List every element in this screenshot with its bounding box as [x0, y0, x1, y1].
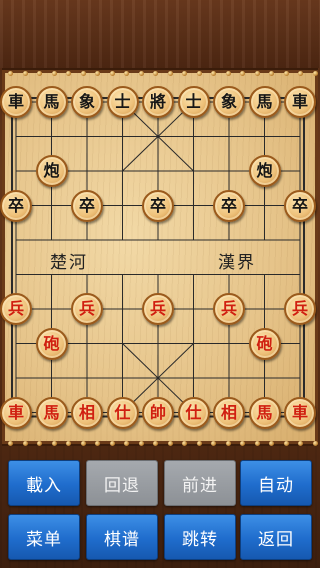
black-piece[interactable]: 車 — [284, 86, 316, 118]
button-label: 返回 — [258, 529, 294, 550]
black-piece[interactable]: 卒 — [284, 189, 316, 222]
load-button[interactable]: 載入 — [8, 460, 80, 506]
red-piece[interactable]: 兵 — [142, 293, 174, 325]
back-button[interactable]: 返回 — [240, 514, 312, 560]
red-piece[interactable]: 馬 — [248, 396, 281, 429]
piece-character: 相 — [78, 402, 95, 422]
black-piece[interactable]: 士 — [106, 86, 139, 118]
red-piece[interactable]: 相 — [213, 396, 245, 429]
piece-character: 兵 — [291, 299, 308, 318]
black-piece[interactable]: 卒 — [213, 189, 245, 222]
piece-character: 卒 — [149, 195, 166, 215]
piece-character: 卒 — [291, 195, 308, 215]
red-piece[interactable]: 兵 — [71, 293, 103, 325]
piece-character: 象 — [220, 92, 237, 111]
piece-character: 兵 — [78, 299, 95, 318]
piece-character: 卒 — [7, 195, 24, 215]
button-label: 跳转 — [182, 529, 218, 550]
black-piece[interactable]: 卒 — [0, 189, 32, 222]
piece-character: 卒 — [78, 195, 95, 215]
black-piece[interactable]: 象 — [71, 86, 103, 118]
red-piece[interactable]: 兵 — [213, 293, 245, 325]
control-panel: 載入 回退 前进 自动菜单 棋谱 跳转 返回 — [0, 450, 320, 568]
button-label: 載入 — [26, 475, 62, 496]
red-piece[interactable]: 車 — [0, 396, 32, 429]
piece-character: 仕 — [114, 402, 131, 422]
red-piece[interactable]: 帥 — [142, 396, 174, 429]
piece-character: 車 — [7, 402, 24, 422]
piece-character: 相 — [220, 402, 237, 422]
piece-character: 兵 — [220, 299, 237, 318]
piece-character: 士 — [185, 92, 202, 111]
piece-character: 車 — [291, 92, 308, 111]
undo-button[interactable]: 回退 — [86, 460, 158, 506]
auto-button[interactable]: 自动 — [240, 460, 312, 506]
piece-character: 車 — [291, 402, 308, 422]
red-piece[interactable]: 車 — [284, 396, 316, 429]
black-piece[interactable]: 炮 — [35, 155, 68, 187]
jump-button[interactable]: 跳转 — [164, 514, 236, 560]
piece-character: 馬 — [43, 92, 60, 111]
piece-character: 馬 — [43, 402, 60, 422]
piece-character: 將 — [149, 92, 166, 111]
piece-character: 馬 — [256, 92, 273, 111]
xiangqi-app: 楚河 漢界 車馬象士將士象馬車炮炮卒卒卒卒卒兵兵兵兵兵砲砲車馬相仕帥仕相馬車 載… — [0, 0, 320, 568]
button-label: 自动 — [258, 475, 294, 496]
red-piece[interactable]: 仕 — [177, 396, 210, 429]
red-piece[interactable]: 馬 — [35, 396, 68, 429]
red-piece[interactable]: 仕 — [106, 396, 139, 429]
black-piece[interactable]: 馬 — [35, 86, 68, 118]
piece-character: 兵 — [7, 299, 24, 318]
board-grid — [11, 97, 305, 418]
button-label: 棋谱 — [104, 529, 140, 550]
black-piece[interactable]: 將 — [142, 86, 174, 118]
piece-character: 車 — [7, 92, 24, 111]
button-label: 回退 — [104, 475, 140, 496]
red-piece[interactable]: 砲 — [248, 327, 281, 360]
river-label-chu: 楚河 — [50, 253, 88, 273]
red-piece[interactable]: 砲 — [35, 327, 68, 360]
redo-button[interactable]: 前进 — [164, 460, 236, 506]
piece-character: 兵 — [149, 299, 166, 318]
red-piece[interactable]: 兵 — [284, 293, 316, 325]
button-label: 菜单 — [26, 529, 62, 550]
piece-character: 仕 — [185, 402, 202, 422]
piece-character: 象 — [78, 92, 95, 111]
piece-character: 馬 — [256, 402, 273, 422]
piece-character: 士 — [114, 92, 131, 111]
piece-character: 砲 — [256, 333, 273, 353]
button-label: 前进 — [182, 475, 218, 496]
menu-button[interactable]: 菜单 — [8, 514, 80, 560]
black-piece[interactable]: 象 — [213, 86, 245, 118]
piece-character: 卒 — [220, 195, 237, 215]
piece-character: 砲 — [43, 333, 60, 353]
red-piece[interactable]: 相 — [71, 396, 103, 429]
manual-button[interactable]: 棋谱 — [86, 514, 158, 560]
piece-character: 帥 — [149, 402, 166, 422]
red-piece[interactable]: 兵 — [0, 293, 32, 325]
piece-character: 炮 — [256, 161, 273, 180]
piece-character: 炮 — [43, 161, 60, 180]
black-piece[interactable]: 卒 — [71, 189, 103, 222]
river-label-han: 漢界 — [218, 253, 256, 273]
black-piece[interactable]: 馬 — [248, 86, 281, 118]
black-piece[interactable]: 士 — [177, 86, 210, 118]
black-piece[interactable]: 卒 — [142, 189, 174, 222]
black-piece[interactable]: 炮 — [248, 155, 281, 187]
black-piece[interactable]: 車 — [0, 86, 32, 118]
